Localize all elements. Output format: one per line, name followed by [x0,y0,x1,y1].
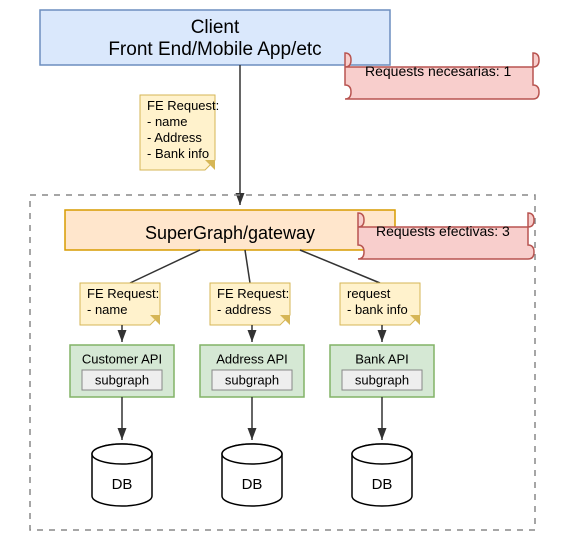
note-fe-main-item1: - Address [147,130,202,145]
api-2: Bank API subgraph [330,345,434,397]
architecture-diagram: Client Front End/Mobile App/etc Requests… [0,0,565,537]
svg-text:request: request [347,286,391,301]
gateway-label: SuperGraph/gateway [145,223,315,243]
note-sub-2: request - bank info [340,283,420,325]
svg-text:subgraph: subgraph [225,372,279,387]
note-fe-main-item2: - Bank info [147,146,209,161]
note-sub-1: FE Request: - address [210,283,290,325]
client-subtitle: Front End/Mobile App/etc [108,39,321,60]
svg-text:subgraph: subgraph [355,372,409,387]
scroll-effective-text: Requests efectivas: 3 [376,223,510,239]
svg-text:subgraph: subgraph [95,372,149,387]
note-fe-main-item0: - name [147,114,187,129]
client-title: Client [191,17,240,38]
svg-text:- bank info: - bank info [347,302,408,317]
line-gw-1 [130,250,200,283]
svg-text:Customer API: Customer API [82,351,162,366]
svg-text:DB: DB [242,476,263,493]
svg-text:FE Request:: FE Request: [87,286,159,301]
db-1: DB [222,444,282,506]
svg-text:DB: DB [372,476,393,493]
svg-text:FE Request:: FE Request: [217,286,289,301]
svg-text:- address: - address [217,302,272,317]
note-fe-main: FE Request: - name - Address - Bank info [140,95,219,170]
db-0: DB [92,444,152,506]
note-sub-0: FE Request: - name [80,283,160,325]
svg-text:DB: DB [112,476,133,493]
svg-text:- name: - name [87,302,127,317]
note-fe-main-title: FE Request: [147,98,219,113]
api-0: Customer API subgraph [70,345,174,397]
line-gw-2 [245,250,250,283]
svg-text:Address API: Address API [216,351,288,366]
db-2: DB [352,444,412,506]
svg-text:Bank API: Bank API [355,351,408,366]
scroll-necessary-text: Requests necesarias: 1 [365,63,512,79]
api-1: Address API subgraph [200,345,304,397]
